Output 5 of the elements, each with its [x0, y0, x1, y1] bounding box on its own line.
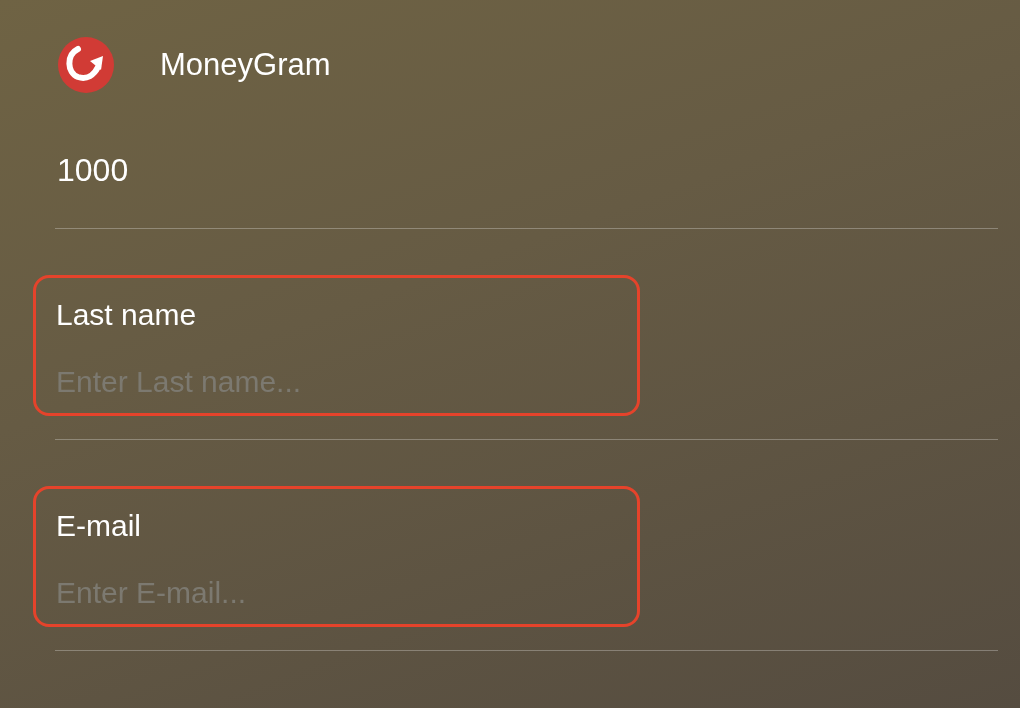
logo-icon	[58, 37, 114, 93]
field-label: E-mail	[56, 508, 141, 544]
app-name: MoneyGram	[160, 47, 331, 83]
input-field[interactable]: 1000	[55, 152, 257, 188]
field-label: Last name	[56, 297, 197, 333]
